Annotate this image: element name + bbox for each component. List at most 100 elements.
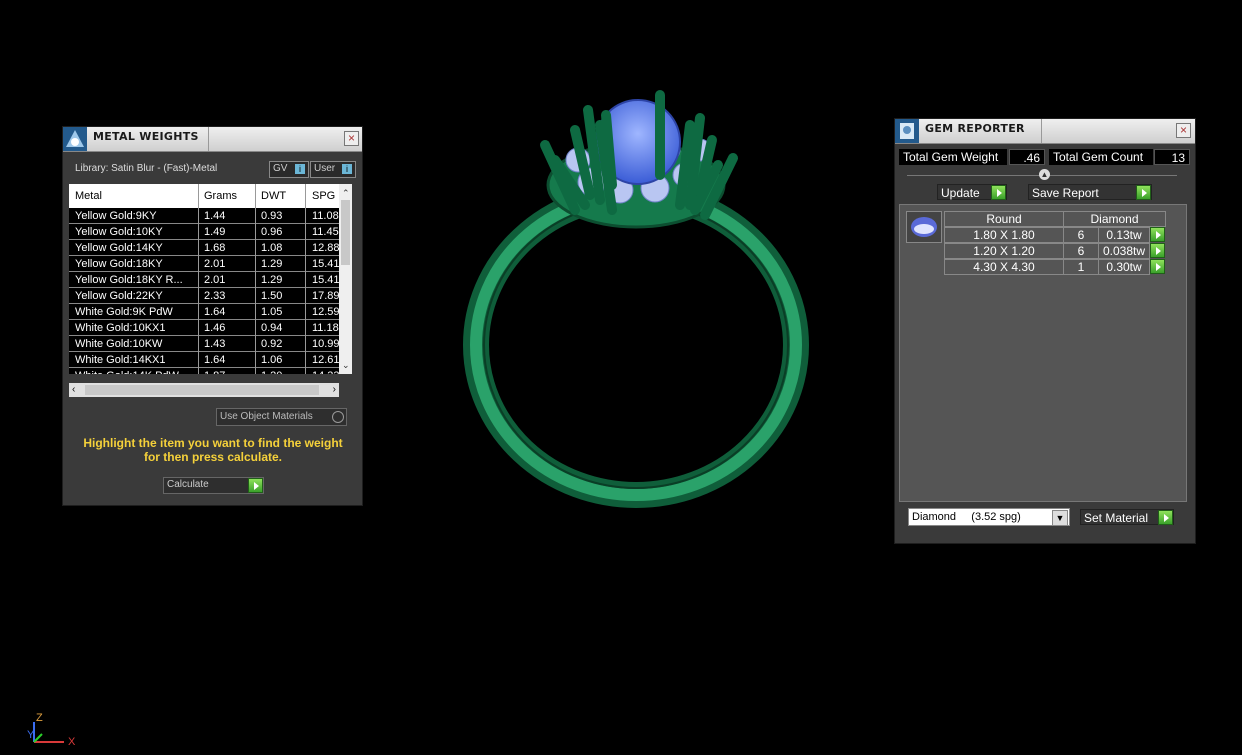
- gem-row-play-icon[interactable]: [1150, 243, 1165, 258]
- metal-metal-cell: Yellow Gold:14KY: [75, 242, 163, 254]
- table-row[interactable]: Yellow Gold:18KY R... 2.01 1.29 15.41: [69, 272, 340, 288]
- hscroll-thumb[interactable]: [85, 385, 319, 395]
- metal-weights-icon: [63, 127, 87, 151]
- metal-metal-cell: White Gold:14KX1: [75, 354, 166, 366]
- user-info-icon: i: [342, 164, 352, 174]
- table-row[interactable]: White Gold:9K PdW 1.64 1.05 12.59: [69, 304, 340, 320]
- gem-table[interactable]: Round Diamond 1.80 X 1.80 6 0.13tw 1.20 X 1…: [899, 204, 1187, 502]
- scroll-left-icon[interactable]: ‹: [72, 384, 75, 395]
- axis-x-label: X: [68, 736, 76, 748]
- metal-weights-titlebar[interactable]: METAL WEIGHTS ×: [63, 127, 362, 152]
- metal-weights-title: METAL WEIGHTS: [93, 130, 199, 143]
- close-icon[interactable]: ×: [344, 131, 359, 146]
- metal-spg-cell: 12.88: [312, 242, 340, 254]
- chevron-down-icon[interactable]: ▼: [1052, 510, 1068, 526]
- update-button[interactable]: Update: [937, 184, 1007, 200]
- axis-gizmo: Z Y X: [24, 712, 80, 750]
- metal-dwt-cell: 1.06: [261, 354, 283, 366]
- metal-table-vscroll[interactable]: ⌃ ⌄: [339, 184, 352, 374]
- gem-reporter-title: GEM REPORTER: [925, 122, 1025, 135]
- close-icon[interactable]: ×: [1176, 123, 1191, 138]
- metal-table-hscroll[interactable]: ‹ ›: [69, 383, 339, 397]
- metal-dwt-cell: 1.05: [261, 306, 283, 318]
- save-report-button[interactable]: Save Report: [1028, 184, 1152, 200]
- gv-toggle[interactable]: GV i: [269, 161, 309, 178]
- metal-grams-cell: 2.01: [204, 274, 226, 286]
- metal-table[interactable]: Metal Grams DWT SPG Yellow Gold:9KY 1.44 0…: [69, 184, 352, 374]
- gem-count-cell: 1: [1063, 259, 1099, 275]
- gem-reporter-titlebar[interactable]: GEM REPORTER ×: [895, 119, 1195, 144]
- metal-grams-cell: 1.68: [204, 242, 226, 254]
- axis-y-label: Y: [27, 729, 35, 741]
- metal-weights-panel: METAL WEIGHTS × Library: Satin Blur - (F…: [63, 127, 362, 505]
- table-row[interactable]: Yellow Gold:10KY 1.49 0.96 11.45: [69, 224, 339, 240]
- calculate-button[interactable]: Calculate: [163, 477, 264, 494]
- gem-reporter-icon: [895, 119, 919, 143]
- table-row[interactable]: Yellow Gold:22KY 2.33 1.50 17.89: [69, 288, 340, 304]
- gem-row-play-icon[interactable]: [1150, 227, 1165, 242]
- metal-dwt-cell: 0.93: [261, 210, 283, 222]
- collapse-icon[interactable]: ▲: [1039, 169, 1050, 180]
- metal-spg-cell: 11.18: [312, 322, 339, 334]
- material-select[interactable]: Diamond (3.52 spg) ▼: [908, 508, 1070, 526]
- user-toggle[interactable]: User i: [310, 161, 356, 178]
- table-row[interactable]: White Gold:14K PdW 1.87 1.20 14.33: [69, 368, 340, 374]
- metal-dwt-cell: 1.20: [261, 370, 303, 374]
- set-material-button[interactable]: Set Material: [1080, 509, 1174, 525]
- metal-metal-cell: Yellow Gold:10KY: [75, 226, 163, 238]
- ring-band-highlight: [470, 189, 802, 501]
- metal-spg-cell: 12.59: [312, 306, 340, 318]
- table-row[interactable]: Yellow Gold:14KY 1.68 1.08 12.88: [69, 240, 340, 256]
- metal-grams-cell: 2.01: [204, 258, 226, 270]
- gem-weight-cell: 0.038tw: [1098, 243, 1150, 259]
- metal-grams-cell: 1.64: [204, 306, 226, 318]
- save-report-play-icon[interactable]: [1136, 185, 1151, 200]
- metal-spg-cell: 14.33: [312, 370, 340, 374]
- metal-metal-cell: Yellow Gold:18KY: [75, 258, 163, 270]
- metal-dwt-cell: 0.92: [261, 338, 283, 350]
- instruction-text: Highlight the item you want to find the …: [83, 436, 343, 464]
- metal-spg-cell: 15.41: [312, 274, 340, 286]
- scroll-right-icon[interactable]: ›: [333, 384, 336, 395]
- round-diamond-icon: [911, 217, 937, 237]
- gem-thumbnail[interactable]: [906, 211, 942, 243]
- metal-grams-cell: 1.46: [204, 322, 226, 334]
- metal-dwt-cell: 1.29: [261, 258, 283, 270]
- scroll-down-icon[interactable]: ⌄: [342, 360, 350, 371]
- scroll-up-icon[interactable]: ⌃: [342, 188, 350, 199]
- table-row[interactable]: Yellow Gold:18KY 2.01 1.29 15.41: [69, 256, 340, 272]
- total-gem-weight-label: Total Gem Weight: [899, 149, 1007, 165]
- table-row[interactable]: White Gold:10KW 1.43 0.92 10.99: [69, 336, 340, 352]
- metal-metal-cell: Yellow Gold:22KY: [75, 290, 163, 302]
- use-object-materials-toggle[interactable]: Use Object Materials: [216, 408, 347, 426]
- update-play-icon[interactable]: [991, 185, 1006, 200]
- material-header: Diamond: [1063, 211, 1166, 227]
- metal-spg-cell: 15.41: [312, 258, 340, 270]
- gem-size-cell: 1.80 X 1.80: [944, 227, 1064, 243]
- metal-metal-cell: White Gold:10KW: [75, 338, 163, 350]
- gem-weight-cell: 0.13tw: [1098, 227, 1150, 243]
- total-gem-weight-value: .46: [1009, 149, 1045, 165]
- set-material-play-icon[interactable]: [1158, 510, 1173, 525]
- library-label: Library: Satin Blur - (Fast)-Metal: [75, 163, 218, 174]
- metal-grams-cell: 1.64: [204, 354, 226, 366]
- toggle-circle-icon: [332, 411, 344, 423]
- total-gem-count-label: Total Gem Count: [1049, 149, 1153, 165]
- gem-size-cell: 1.20 X 1.20: [944, 243, 1064, 259]
- axis-z-label: Z: [36, 712, 43, 724]
- table-row[interactable]: White Gold:10KX1 1.46 0.94 11.18: [69, 320, 339, 336]
- gem-row-play-icon[interactable]: [1150, 259, 1165, 274]
- table-row[interactable]: Yellow Gold:9KY 1.44 0.93 11.08: [69, 208, 339, 224]
- calculate-play-icon[interactable]: [248, 478, 263, 493]
- metal-spg-cell: 12.61: [312, 354, 340, 366]
- metal-dwt-cell: 1.29: [261, 274, 283, 286]
- gem-reporter-panel: GEM REPORTER × Total Gem Weight .46 Tota…: [895, 119, 1195, 543]
- metal-dwt-cell: 0.94: [261, 322, 283, 334]
- metal-dwt-cell: 1.50: [261, 290, 283, 302]
- metal-table-header: Metal Grams DWT SPG: [69, 184, 339, 206]
- metal-grams-cell: 1.87: [204, 370, 254, 374]
- scroll-thumb[interactable]: [341, 200, 350, 265]
- metal-spg-cell: 11.08: [312, 210, 339, 222]
- shape-header: Round: [944, 211, 1064, 227]
- table-row[interactable]: White Gold:14KX1 1.64 1.06 12.61: [69, 352, 340, 368]
